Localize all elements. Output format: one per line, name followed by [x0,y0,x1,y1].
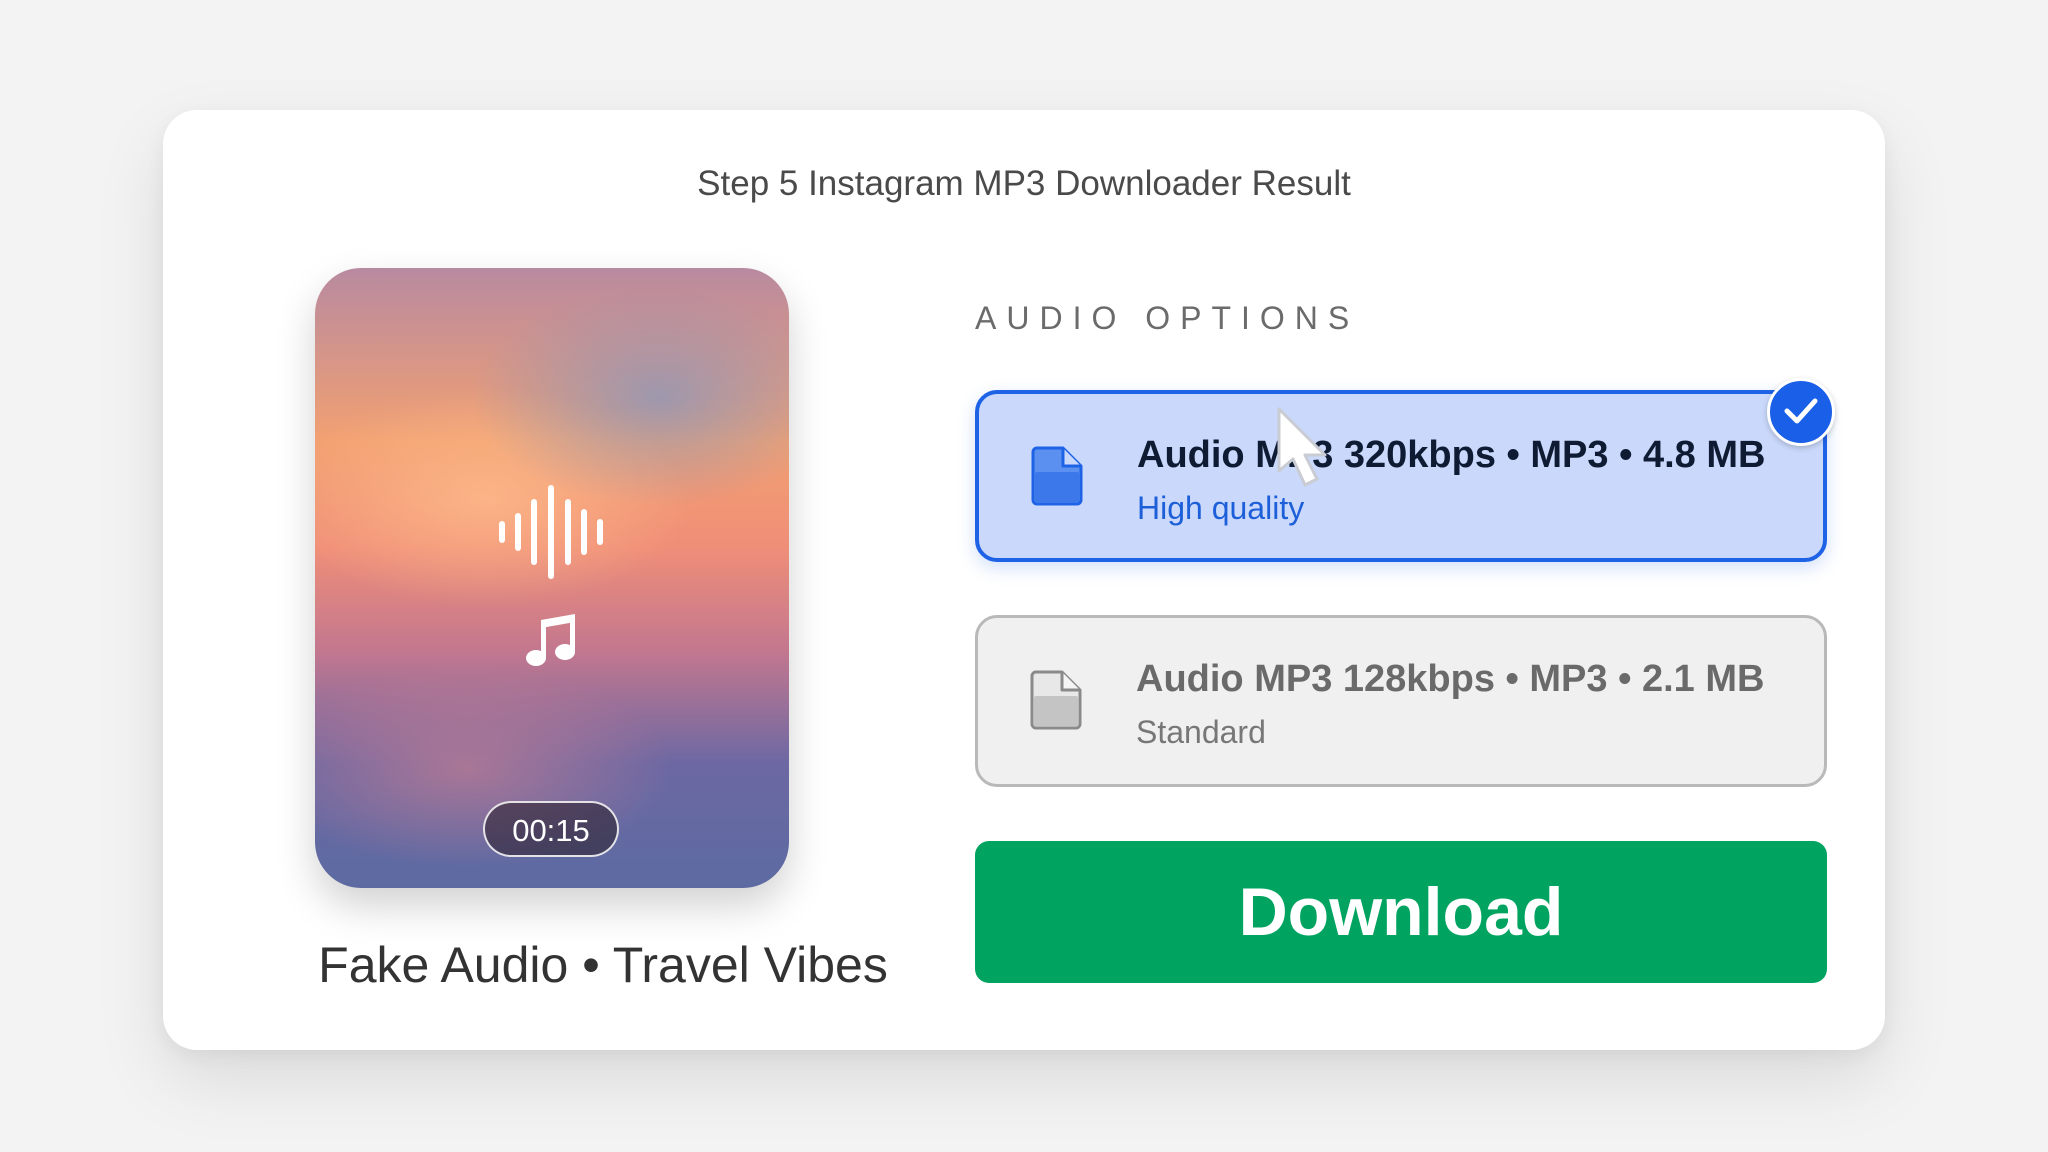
mouse-pointer-icon [1273,405,1339,496]
download-button[interactable]: Download [975,841,1827,983]
audio-preview-thumbnail[interactable]: 00:15 [315,268,789,888]
file-icon [1031,446,1083,511]
option-128kbps[interactable]: Audio MP3 128kbps • MP3 • 2.1 MB Standar… [975,615,1827,787]
selected-check-icon [1767,378,1835,446]
duration-badge: 00:15 [483,801,619,857]
sound-wave-icon [498,484,606,585]
file-icon [1030,670,1082,735]
audio-options-label: AUDIO OPTIONS [975,300,1360,336]
option-title: Audio MP3 128kbps • MP3 • 2.1 MB [1136,658,1765,700]
thumbnail-cloud-haze [469,288,789,508]
audio-title: Fake Audio • Travel Vibes [318,937,888,993]
option-title: Audio MP3 320kbps • MP3 • 4.8 MB [1137,434,1766,476]
option-320kbps[interactable]: Audio MP3 320kbps • MP3 • 4.8 MB High qu… [975,378,1835,562]
music-note-icon [525,612,579,673]
result-card: Step 5 Instagram MP3 Downloader Result 0… [163,110,1885,1050]
page-title: Step 5 Instagram MP3 Downloader Result [697,164,1351,203]
option-subtitle: Standard [1136,714,1266,750]
